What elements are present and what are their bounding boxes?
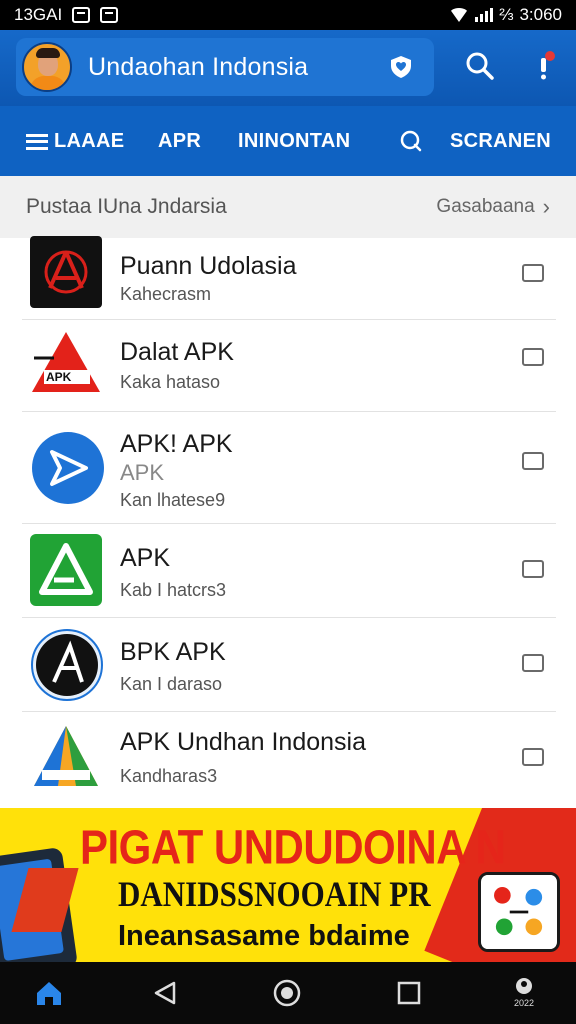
app-title: Undaohan Indonsia [88, 52, 309, 81]
app-name: BPK APK [120, 638, 226, 666]
tab-ininontan[interactable]: ININONTAN [238, 130, 350, 153]
status-bar: 13GAI ⅔ 3:060 [0, 0, 576, 30]
app-subtitle: Kab I hatcrs3 [120, 580, 227, 600]
app-subtitle: Kan I daraso [120, 674, 223, 694]
avatar[interactable] [22, 42, 72, 92]
shield-heart-icon[interactable] [388, 54, 414, 80]
list-item[interactable]: BPK APK Kan I daraso [22, 618, 556, 712]
app-subtitle: Kahecrasm [120, 284, 212, 304]
app-header-pill[interactable]: Undaohan Indonsia [16, 38, 434, 96]
tab-search-icon[interactable] [398, 128, 424, 154]
profile-label: 2022 [513, 998, 535, 1008]
download-checkbox[interactable] [522, 264, 544, 282]
tab-bar: LAAAE APR ININONTAN SCRANEN [0, 106, 576, 176]
app-logo-icon [31, 629, 103, 701]
download-checkbox[interactable] [522, 560, 544, 578]
app-subtitle: Kandharas3 [120, 766, 218, 786]
app-logo-icon [30, 236, 102, 308]
signal-icon [475, 8, 494, 22]
system-nav-bar: 2022 [0, 962, 576, 1024]
app-name: APK! APK [120, 430, 233, 458]
profile-nav[interactable]: 2022 [504, 976, 544, 1012]
home-icon[interactable] [34, 978, 64, 1008]
download-checkbox[interactable] [522, 748, 544, 766]
home-circle-icon[interactable] [272, 978, 302, 1008]
app-logo-icon: APK [32, 332, 100, 392]
menu-icon[interactable] [26, 133, 48, 150]
app-name: Puann Udolasia [120, 252, 297, 280]
breadcrumb-link[interactable]: Gasabaana [436, 196, 534, 218]
app-bar: Undaohan Indonsia [0, 30, 576, 106]
battery-icon: ⅔ [499, 5, 514, 24]
download-checkbox[interactable] [522, 348, 544, 366]
app-logo-icon [34, 726, 98, 786]
search-icon[interactable] [464, 50, 496, 82]
back-icon[interactable] [150, 978, 180, 1008]
app-list: Puann Udolasia Kahecrasm APK Dalat APK K… [22, 236, 556, 806]
app-tile-icon [478, 872, 560, 952]
app-name: Dalat APK [120, 338, 234, 366]
tab-menu-label: LAAAE [54, 130, 125, 152]
app-logo-icon [30, 534, 102, 606]
recents-icon[interactable] [394, 978, 424, 1008]
notification-status-icon-2 [100, 7, 119, 23]
download-checkbox[interactable] [522, 654, 544, 672]
status-time-right: 3:060 [519, 5, 562, 24]
profile-icon[interactable] [514, 976, 534, 996]
wifi-icon [449, 8, 470, 22]
app-name: APK [120, 544, 171, 572]
status-time-left: 13GAI [14, 5, 63, 24]
promo-banner[interactable]: PIGAT UNDUDOINA N DANIDSSNOOAIN PR Inean… [0, 808, 576, 962]
tab-menu[interactable]: LAAAE [26, 130, 124, 153]
app-subtitle: Kan lhatese9 [120, 490, 226, 510]
tab-apr-label: APR [158, 130, 202, 152]
breadcrumb-title: Pustaa IUna Jndarsia [26, 195, 227, 218]
breadcrumb: Pustaa IUna Jndarsia Gasabaana › [0, 176, 576, 238]
list-item[interactable]: APK Undhan Indonsia Kandharas3 [22, 712, 556, 806]
chevron-right-icon[interactable]: › [543, 194, 550, 220]
app-logo-icon [32, 432, 104, 504]
list-item[interactable]: Puann Udolasia Kahecrasm [22, 236, 556, 320]
list-item[interactable]: APK! APK APK Kan lhatese9 [22, 412, 556, 524]
tab-scranen[interactable]: SCRANEN [450, 130, 551, 153]
tab-scranen-label: SCRANEN [450, 130, 551, 152]
list-item[interactable]: APK Kab I hatcrs3 [22, 524, 556, 618]
banner-tagline: Ineansasame bdaime [118, 920, 410, 952]
app-subtitle: Kaka hataso [120, 372, 221, 392]
notification-status-icon [72, 7, 91, 23]
tab-apr[interactable]: APR [158, 130, 201, 153]
download-checkbox[interactable] [522, 452, 544, 470]
banner-subheadline: DANIDSSNOOAIN PR [118, 874, 431, 915]
svg-text:APK: APK [46, 370, 72, 384]
app-note: APK [120, 460, 165, 485]
list-item[interactable]: APK Dalat APK Kaka hataso [22, 320, 556, 412]
banner-headline: PIGAT UNDUDOINA N [80, 820, 506, 875]
notification-icon[interactable] [530, 50, 562, 82]
app-name: APK Undhan Indonsia [120, 728, 367, 756]
tab-ininontan-label: ININONTAN [238, 130, 351, 152]
